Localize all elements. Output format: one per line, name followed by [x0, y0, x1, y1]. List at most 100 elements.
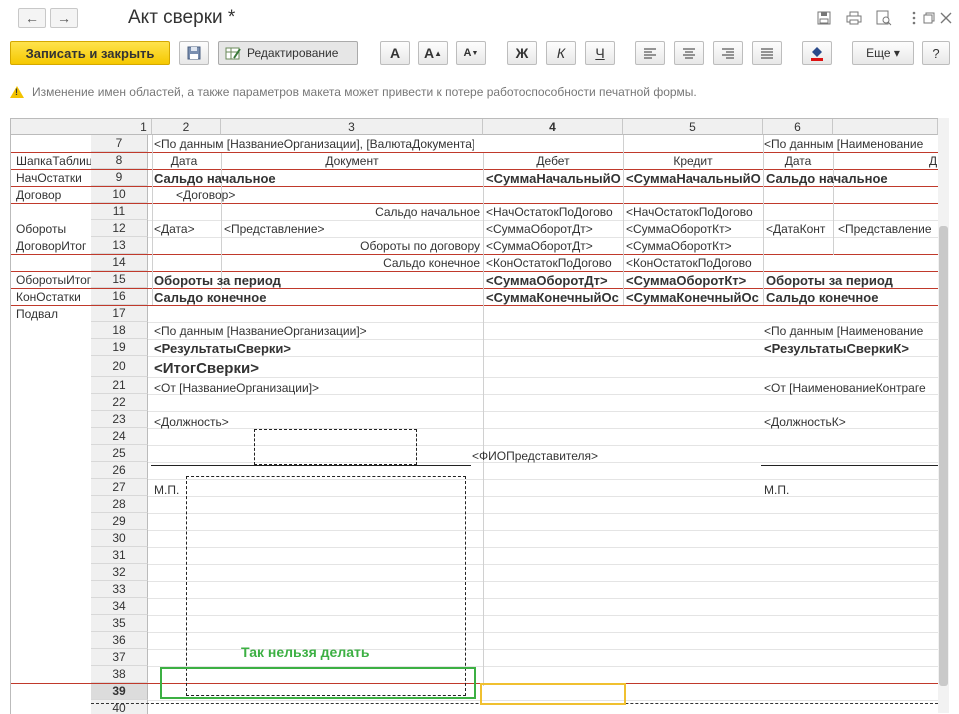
signature-picture-frame[interactable]: [254, 429, 417, 465]
cell-r11-balance[interactable]: Сальдо начальное: [154, 204, 480, 221]
row-header-34[interactable]: 34: [91, 598, 148, 615]
area-label-header[interactable]: ШапкаТаблицы: [11, 153, 91, 170]
cell-r12-debit[interactable]: <СуммаОборотДт>: [486, 221, 623, 238]
spreadsheet-grid[interactable]: 123456 7 8 9 10 11 12 13 14 15 16 17 18 19 20 21 22 23 24…: [10, 118, 938, 714]
row-header-29[interactable]: 29: [91, 513, 148, 530]
preview-icon[interactable]: [875, 9, 893, 27]
cell-r14-balance-end[interactable]: Сальдо конечное: [154, 255, 480, 272]
cell-r9-balance-start-right[interactable]: Сальдо начальное: [766, 170, 938, 187]
row-header-8[interactable]: 8: [91, 152, 148, 169]
cell-r14-credit[interactable]: <КонОстатокПоДогово: [626, 255, 763, 272]
align-right-button[interactable]: [713, 41, 743, 65]
row-header-24[interactable]: 24: [91, 428, 148, 445]
row-header-16[interactable]: 16: [91, 288, 148, 305]
edit-mode-toggle[interactable]: Редактирование: [218, 41, 358, 65]
row-header-9[interactable]: 9: [91, 169, 148, 186]
cell-r15-period-turnovers[interactable]: Обороты за период: [154, 272, 480, 289]
cell-r10-contract[interactable]: <Договор>: [176, 187, 476, 204]
cell-r18-by-data[interactable]: <По данным [НазваниеОрганизации]>: [154, 323, 484, 340]
stamp-picture-frame[interactable]: [186, 476, 466, 696]
help-button[interactable]: ?: [922, 41, 950, 65]
cell-r21-from-org[interactable]: <От [НазваниеОрганизации]>: [154, 380, 484, 397]
cell-r19-results-right[interactable]: <РезультатыСверкиК>: [764, 340, 938, 357]
cell-r15-debit[interactable]: <СуммаОборотДт>: [486, 272, 623, 289]
selected-cell[interactable]: [480, 683, 626, 705]
row-header-27[interactable]: 27: [91, 479, 148, 496]
italic-button[interactable]: К: [546, 41, 576, 65]
row-header-25[interactable]: 25: [91, 445, 148, 462]
row-header-30[interactable]: 30: [91, 530, 148, 547]
close-icon[interactable]: [937, 9, 955, 27]
row-header-21[interactable]: 21: [91, 377, 148, 394]
row-header-33[interactable]: 33: [91, 581, 148, 598]
cell-r15-period-turnovers-right[interactable]: Обороты за период: [766, 272, 938, 289]
row-header-10[interactable]: 10: [91, 186, 148, 203]
row-header-7[interactable]: 7: [91, 135, 148, 152]
cell-r13-debit[interactable]: <СуммаОборотДт>: [486, 238, 623, 255]
row-header-13[interactable]: 13: [91, 237, 148, 254]
cell-r8-debit[interactable]: Дебет: [484, 153, 622, 170]
vertical-scrollbar[interactable]: [938, 118, 949, 713]
area-label-footer[interactable]: Подвал: [11, 306, 91, 323]
scrollbar-thumb[interactable]: [939, 226, 948, 686]
restore-icon[interactable]: [920, 9, 938, 27]
save-button[interactable]: [179, 41, 209, 65]
cell-r14-debit[interactable]: <КонОстатокПоДогово: [486, 255, 623, 272]
cell-r8-date-right[interactable]: Дата: [764, 153, 832, 170]
area-label-start[interactable]: НачОстатки: [11, 170, 91, 187]
column-header-6[interactable]: 6: [763, 119, 833, 135]
cell-r12-representation[interactable]: <Представление>: [224, 221, 480, 238]
font-button[interactable]: A: [380, 41, 410, 65]
row-header-28[interactable]: 28: [91, 496, 148, 513]
more-menu-button[interactable]: Еще ▾: [852, 41, 914, 65]
row-header-32[interactable]: 32: [91, 564, 148, 581]
row-header-20[interactable]: 20: [91, 356, 148, 377]
row-header-19[interactable]: 19: [91, 339, 148, 356]
cell-r19-results[interactable]: <РезультатыСверки>: [154, 340, 484, 357]
area-label-end[interactable]: КонОстатки: [11, 289, 91, 306]
row-header-12[interactable]: 12: [91, 220, 148, 237]
row-header-26[interactable]: 26: [91, 462, 148, 479]
cell-r16-balance-end[interactable]: Сальдо конечное: [154, 289, 480, 306]
area-label-turnovers[interactable]: Обороты: [11, 221, 91, 238]
cell-r18-by-data-right[interactable]: <По данным [Наименование: [764, 323, 938, 340]
bold-button[interactable]: Ж: [507, 41, 537, 65]
cell-r7-header-right[interactable]: <По данным [Наименование: [764, 136, 938, 153]
cell-r8-credit[interactable]: Кредит: [624, 153, 762, 170]
cell-r20-total[interactable]: <ИтогСверки>: [154, 359, 484, 379]
increase-font-button[interactable]: A ▲: [418, 41, 448, 65]
row-header-14[interactable]: 14: [91, 254, 148, 271]
cell-r23-position-right[interactable]: <ДолжностьК>: [764, 414, 938, 431]
row-header-22[interactable]: 22: [91, 394, 148, 411]
back-button[interactable]: ←: [18, 8, 46, 28]
row-header-18[interactable]: 18: [91, 322, 148, 339]
row-header-17[interactable]: 17: [91, 305, 148, 322]
forward-button[interactable]: →: [50, 8, 78, 28]
row-header-23[interactable]: 23: [91, 411, 148, 428]
cell-r8-date[interactable]: Дата: [152, 153, 216, 170]
column-header-3[interactable]: 3: [221, 119, 483, 135]
underline-button[interactable]: Ч: [585, 41, 615, 65]
cell-r27-stamp-right[interactable]: М.П.: [764, 482, 824, 499]
save-disk-icon[interactable]: [815, 9, 833, 27]
cell-r13-turnovers-contract[interactable]: Обороты по договору: [154, 238, 480, 255]
area-label-turnovers-total[interactable]: ОборотыИтог: [11, 272, 91, 289]
column-header-5[interactable]: 5: [623, 119, 763, 135]
cell-r16-debit[interactable]: <СуммаКонечныйОс: [486, 289, 623, 306]
cell-r12-date-right[interactable]: <ДатаКонт: [766, 221, 834, 238]
cell-r16-credit[interactable]: <СуммаКонечныйОс: [626, 289, 763, 306]
column-header-4[interactable]: 4: [483, 119, 623, 135]
area-label-contract-total[interactable]: ДоговорИтог: [11, 238, 91, 255]
cell-r21-from-org-right[interactable]: <От [НаименованиеКонтраге: [764, 380, 938, 397]
area-label-contract[interactable]: Договор: [11, 187, 91, 204]
cell-r8-document[interactable]: Документ: [221, 153, 483, 170]
cell-r12-credit[interactable]: <СуммаОборотКт>: [626, 221, 763, 238]
cell-r9-credit[interactable]: <СуммаНачальныйО: [626, 170, 763, 187]
cell-r11-credit[interactable]: <НачОстатокПоДогово: [626, 204, 763, 221]
cell-r12-date[interactable]: <Дата>: [154, 221, 218, 238]
row-header-31[interactable]: 31: [91, 547, 148, 564]
column-header-next[interactable]: [833, 119, 938, 135]
row-header-37[interactable]: 37: [91, 649, 148, 666]
align-left-button[interactable]: [635, 41, 665, 65]
column-header-2[interactable]: 2: [152, 119, 221, 135]
